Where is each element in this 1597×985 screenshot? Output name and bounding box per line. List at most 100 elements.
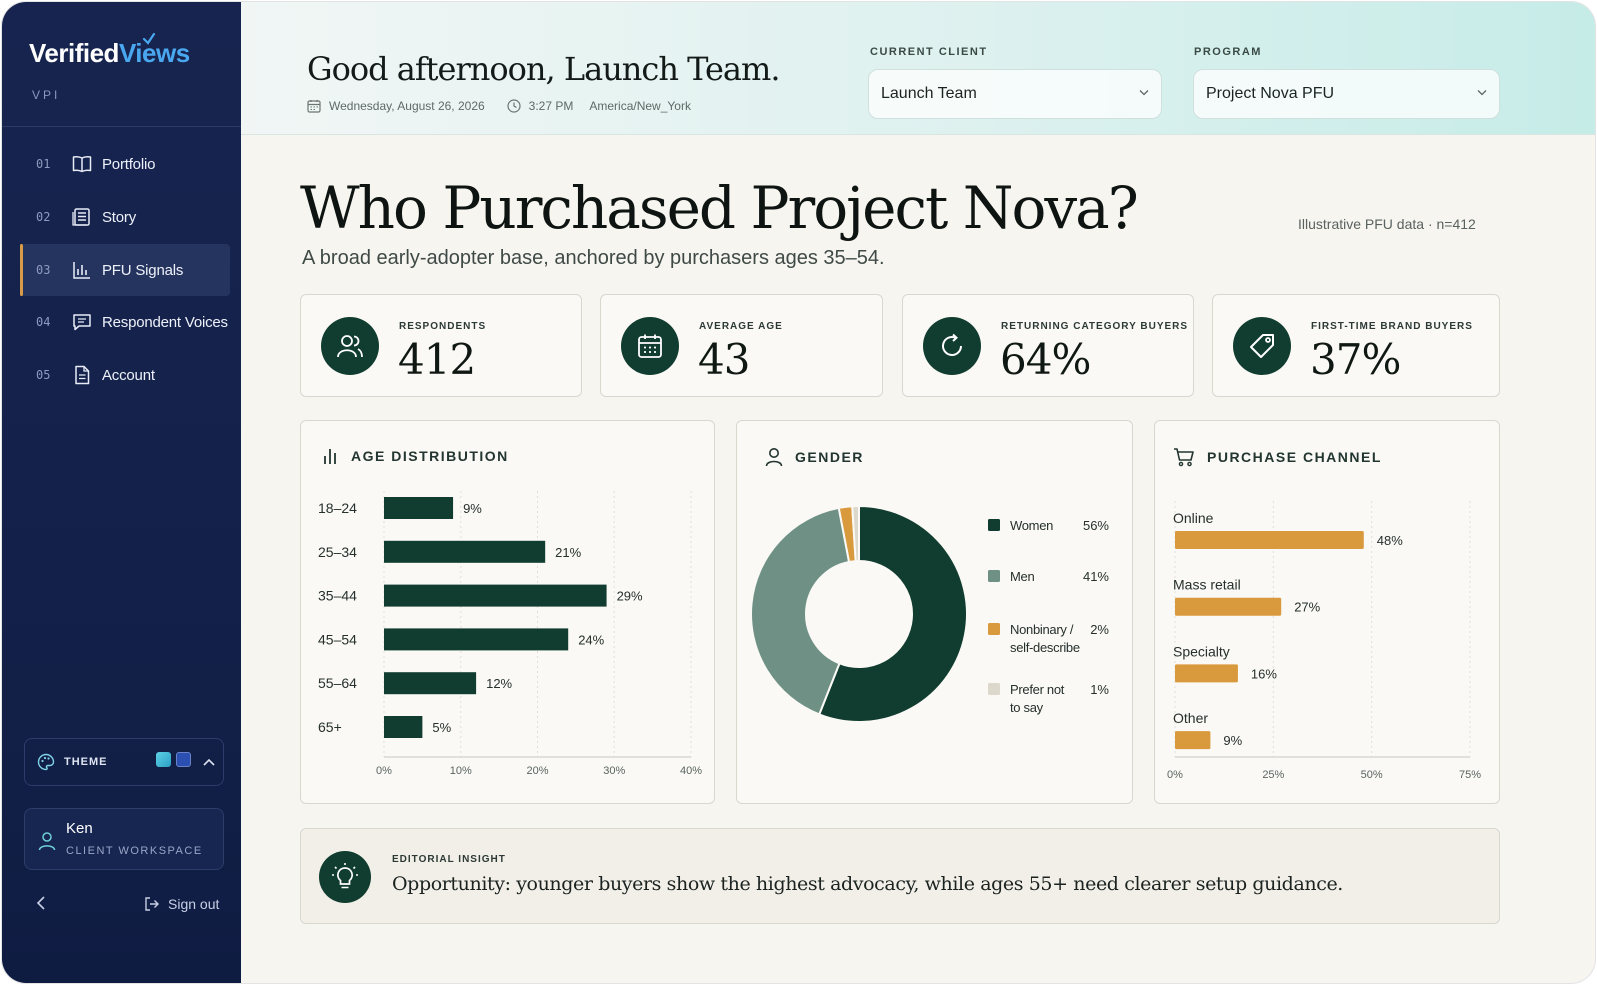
sidebar-item-account[interactable]: 05 Account	[20, 349, 230, 401]
calendar-icon	[621, 317, 679, 375]
age-bar-value: 12%	[486, 676, 512, 691]
client-select[interactable]: Launch Team	[868, 69, 1162, 119]
bar-chart-icon	[64, 260, 100, 280]
top-header: Good afternoon, Launch Team. Wednesday, …	[241, 2, 1595, 135]
legend-label: Nonbinary /	[1010, 622, 1074, 637]
age-distribution-card: AGE DISTRIBUTION 0% 10% 20% 30% 40% 18–24 9% 25…	[300, 420, 715, 804]
kpi-first-time-buyers: FIRST-TIME BRAND BUYERS 37%	[1212, 294, 1500, 397]
timezone: America/New_York	[589, 99, 691, 113]
channel-category-label: Mass retail	[1173, 577, 1241, 593]
data-note: Illustrative PFU data · n=412	[1298, 216, 1476, 232]
kpi-label: FIRST-TIME BRAND BUYERS	[1311, 321, 1473, 332]
x-tick-label: 30%	[603, 765, 625, 777]
x-tick-label: 25%	[1262, 769, 1284, 781]
calendar-icon	[307, 100, 321, 113]
user-name: Ken	[66, 820, 93, 837]
legend-value: 1%	[1090, 682, 1109, 697]
age-category-label: 35–44	[318, 588, 357, 604]
gender-card: GENDER Women 56% Men 41% Nonbinary / self-des…	[736, 420, 1133, 804]
channel-category-label: Specialty	[1173, 643, 1230, 659]
app-window: VerifiedViews VPI 01 Portfolio 02 Story …	[2, 2, 1595, 983]
chevron-down-icon	[1477, 90, 1487, 96]
brand-logo[interactable]: VerifiedViews	[29, 38, 190, 69]
sidebar-item-story[interactable]: 02 Story	[20, 191, 230, 243]
age-bar-value: 5%	[432, 720, 451, 735]
x-tick-label: 75%	[1459, 769, 1481, 781]
sidebar-item-pfu-signals[interactable]: 03 PFU Signals	[20, 244, 230, 296]
user-icon	[38, 832, 56, 851]
kpi-returning-buyers: RETURNING CATEGORY BUYERS 64%	[902, 294, 1194, 397]
age-bar	[384, 540, 546, 563]
channel-bar	[1175, 731, 1211, 750]
theme-swatch-blue[interactable]	[171, 752, 191, 772]
nav-number: 04	[36, 315, 51, 329]
sidebar: VerifiedViews VPI 01 Portfolio 02 Story …	[2, 2, 241, 983]
check-icon	[142, 32, 156, 45]
page-subtitle: A broad early-adopter base, anchored by …	[302, 247, 885, 269]
swatch-teal-fill	[155, 752, 171, 767]
page-title: Who Purchased Project Nova?	[300, 174, 1139, 242]
channel-bar	[1175, 664, 1238, 683]
user-card[interactable]: Ken CLIENT WORKSPACE	[24, 808, 224, 870]
brand-logo-text-a: Verified	[29, 38, 119, 68]
client-select-label: CURRENT CLIENT	[870, 46, 988, 58]
age-bar-value: 29%	[617, 589, 643, 604]
legend-swatch	[988, 570, 1000, 582]
legend-label-line2: to say	[1010, 700, 1044, 715]
purchase-channel-card: PURCHASE CHANNEL 0% 25% 50% 75% Online 48% Mas…	[1154, 420, 1500, 804]
program-select-label: PROGRAM	[1194, 46, 1262, 58]
legend-label: Women	[1010, 518, 1053, 533]
program-select[interactable]: Project Nova PFU	[1193, 69, 1500, 119]
kpi-value: 43	[698, 335, 750, 384]
x-tick-label: 20%	[526, 765, 548, 777]
gender-donut-chart: Women 56% Men 41% Nonbinary / self-describe 2%…	[750, 504, 1109, 723]
age-category-label: 55–64	[318, 675, 357, 691]
kpi-value: 37%	[1310, 335, 1401, 384]
age-bar	[384, 672, 477, 695]
kpi-label: AVERAGE AGE	[699, 321, 783, 332]
legend-swatch	[988, 519, 1000, 531]
sidebar-item-label: Story	[102, 208, 137, 226]
client-select-value: Launch Team	[881, 85, 977, 102]
sidebar-divider	[2, 126, 241, 127]
age-bar	[384, 497, 454, 519]
chevron-up-icon[interactable]	[202, 758, 215, 766]
list-document-icon	[64, 207, 100, 227]
kpi-label: RETURNING CATEGORY BUYERS	[1001, 321, 1189, 332]
editorial-insight: EDITORIAL INSIGHT Opportunity: younger b…	[300, 828, 1500, 924]
refresh-icon	[923, 317, 981, 375]
chat-bubble-icon	[64, 312, 100, 332]
sign-out-button[interactable]: Sign out	[144, 896, 219, 912]
age-category-label: 18–24	[318, 500, 357, 516]
age-category-label: 25–34	[318, 544, 357, 560]
sidebar-item-portfolio[interactable]: 01 Portfolio	[20, 138, 230, 190]
collapse-sidebar-icon[interactable]	[36, 896, 46, 910]
kpi-respondents: RESPONDENTS 412	[300, 294, 582, 397]
legend-value: 2%	[1090, 622, 1109, 637]
age-bar-value: 24%	[578, 632, 604, 647]
kpi-value: 64%	[1000, 335, 1091, 384]
current-time: 3:27 PM	[528, 99, 574, 113]
theme-swatch-teal[interactable]	[155, 752, 171, 772]
channel-category-label: Online	[1173, 510, 1214, 526]
legend-swatch	[988, 683, 1000, 695]
program-select-value: Project Nova PFU	[1206, 85, 1335, 102]
x-tick-label: 0%	[376, 765, 392, 777]
nav-number: 01	[36, 157, 51, 171]
age-bar-value: 21%	[555, 545, 581, 560]
tag-icon	[1233, 317, 1291, 375]
age-distribution-chart: 0% 10% 20% 30% 40% 18–24 9% 25–34 21% 35–44 29% 45–…	[318, 491, 702, 777]
age-category-label: 45–54	[318, 631, 357, 647]
x-tick-label: 50%	[1361, 769, 1383, 781]
swatch-blue-fill	[175, 752, 191, 767]
brand-subtitle: VPI	[32, 88, 61, 102]
sidebar-item-respondent-voices[interactable]: 04 Respondent Voices	[20, 296, 230, 348]
insight-label: EDITORIAL INSIGHT	[392, 854, 506, 865]
sign-out-label: Sign out	[168, 896, 220, 912]
user-role: CLIENT WORKSPACE	[66, 845, 203, 857]
channel-bar	[1175, 531, 1364, 549]
chevron-down-icon	[1139, 90, 1149, 96]
theme-switcher[interactable]: THEME	[24, 738, 224, 786]
document-icon	[64, 365, 100, 385]
legend-swatch	[988, 623, 1000, 635]
